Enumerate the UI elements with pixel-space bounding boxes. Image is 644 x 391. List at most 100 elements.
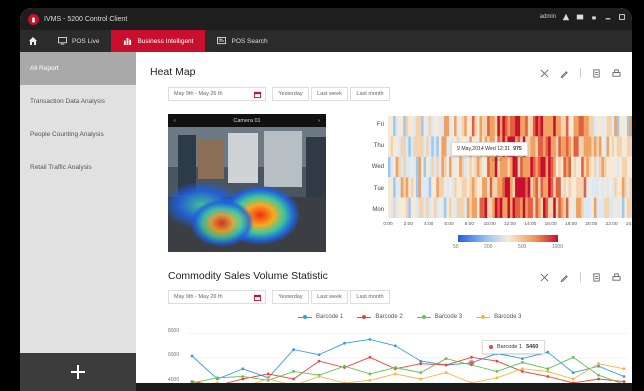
heatmap-lastmonth-button[interactable]: Last month [350, 87, 390, 101]
heatmap-cell [583, 177, 587, 198]
heatmap-cell [395, 156, 399, 178]
data-point[interactable] [241, 375, 245, 378]
data-point[interactable] [292, 370, 295, 373]
data-point[interactable] [546, 375, 550, 378]
sales-date-range-input[interactable]: May 9th - May 26 th [168, 290, 266, 304]
maximize-icon[interactable] [618, 13, 626, 21]
data-point[interactable] [521, 367, 524, 371]
calendar-icon[interactable] [254, 294, 261, 301]
sidebar-item-retail-traffic-analysis[interactable]: Retail Traffic Analysis [20, 151, 136, 184]
data-point[interactable] [597, 364, 600, 368]
data-point[interactable] [368, 378, 372, 382]
data-point[interactable] [571, 377, 575, 381]
data-point[interactable] [622, 375, 626, 378]
data-point[interactable] [368, 372, 372, 376]
heatmap-yesterday-button[interactable]: Yesterday [272, 87, 309, 101]
tab-pos-search[interactable]: POS Search [205, 30, 279, 52]
data-point[interactable] [368, 355, 372, 359]
data-point[interactable] [495, 359, 499, 363]
data-point[interactable] [597, 362, 600, 366]
data-point[interactable] [521, 357, 524, 360]
print-icon[interactable] [612, 272, 621, 282]
data-point[interactable] [419, 362, 423, 366]
heatmap-cell [476, 197, 480, 218]
data-point[interactable] [495, 370, 499, 373]
heatmap-cell [621, 197, 625, 218]
legend-item[interactable]: Barcode 3 [416, 314, 462, 320]
sidebar-item-transaction-data-analysis[interactable]: Transaction Data Analysis [20, 85, 136, 118]
calendar-icon[interactable] [254, 91, 261, 98]
data-point[interactable] [393, 372, 397, 376]
message-icon[interactable] [576, 13, 584, 21]
data-point[interactable] [571, 355, 575, 359]
data-point[interactable] [266, 372, 270, 376]
data-point[interactable] [495, 376, 499, 380]
data-point[interactable] [368, 338, 372, 341]
legend-item[interactable]: Barcode 1 [298, 314, 343, 320]
data-point[interactable] [597, 377, 600, 381]
data-point[interactable] [343, 341, 346, 345]
heatmap-cell [426, 197, 429, 218]
close-icon[interactable] [540, 273, 549, 282]
data-point[interactable] [393, 344, 397, 348]
data-point[interactable] [521, 361, 524, 364]
data-point[interactable] [292, 348, 295, 351]
edit-icon[interactable] [560, 69, 569, 78]
data-point[interactable] [317, 375, 321, 378]
sales-lastweek-button[interactable]: Last week [311, 290, 348, 304]
data-point[interactable] [444, 357, 448, 360]
data-point[interactable] [190, 354, 194, 358]
legend-item[interactable]: Barcode 3 [476, 314, 521, 320]
export-icon[interactable] [592, 68, 601, 78]
data-point[interactable] [571, 371, 575, 374]
data-point[interactable] [470, 355, 473, 359]
heatmap-cell [512, 116, 516, 137]
legend-item[interactable]: Barcode 2 [357, 314, 403, 320]
tab-business-intelligent[interactable]: Business Intelligent [111, 30, 206, 52]
data-point[interactable] [444, 363, 448, 367]
sidebar-item-all-report[interactable]: All Report [20, 52, 136, 85]
data-point[interactable] [546, 367, 550, 371]
heatmap-lastweek-button[interactable]: Last week [311, 87, 348, 101]
sales-lastmonth-button[interactable]: Last month [350, 290, 390, 304]
home-icon[interactable] [20, 30, 46, 52]
data-point[interactable] [393, 366, 397, 369]
lock-icon[interactable] [590, 13, 598, 21]
heatmap-date-range-input[interactable]: May 9th - May 26 th [168, 87, 266, 101]
data-point[interactable] [521, 370, 524, 373]
data-point[interactable] [317, 353, 321, 357]
data-point[interactable] [444, 371, 448, 374]
data-point[interactable] [241, 377, 245, 381]
next-camera-icon[interactable]: › [318, 118, 320, 124]
data-point[interactable] [546, 370, 550, 373]
data-point[interactable] [317, 359, 321, 363]
tab-pos-live[interactable]: POS Live [46, 30, 111, 52]
sidebar-item-people-counting-analysis[interactable]: People Counting Analysis [20, 118, 136, 151]
heatmap-grid[interactable] [388, 116, 632, 218]
print-icon[interactable] [612, 68, 621, 78]
user-name[interactable]: admin [540, 14, 556, 20]
add-report-button[interactable] [20, 353, 136, 391]
sales-yesterday-button[interactable]: Yesterday [272, 290, 309, 304]
data-point[interactable] [419, 359, 423, 363]
close-icon[interactable] [540, 69, 549, 78]
sales-line-chart[interactable] [188, 324, 628, 388]
data-point[interactable] [241, 367, 245, 371]
export-icon[interactable] [592, 272, 601, 282]
data-point[interactable] [343, 364, 346, 368]
series-line-1[interactable] [191, 338, 625, 380]
minimize-icon[interactable] [604, 13, 612, 21]
alarm-icon[interactable] [562, 13, 570, 21]
edit-icon[interactable] [560, 273, 569, 282]
data-point[interactable] [622, 367, 626, 371]
data-point[interactable] [546, 350, 550, 354]
highlighted-point[interactable] [468, 359, 475, 366]
prev-camera-icon[interactable]: ‹ [174, 118, 176, 124]
data-point[interactable] [266, 377, 270, 381]
heatmap-cell [393, 156, 396, 178]
data-point[interactable] [292, 377, 295, 381]
data-point[interactable] [216, 376, 219, 380]
data-point[interactable] [419, 371, 423, 374]
data-point[interactable] [597, 373, 600, 377]
data-point[interactable] [419, 377, 423, 381]
